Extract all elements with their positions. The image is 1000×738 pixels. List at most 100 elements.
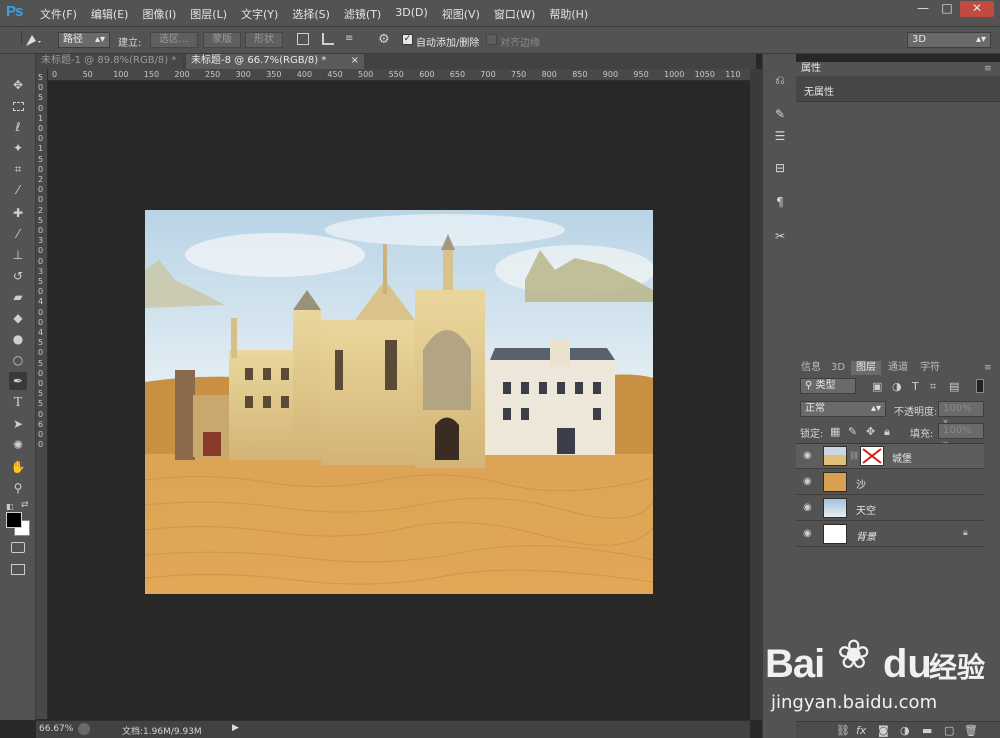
lock-transparent-icon[interactable]: ▦ [830,425,840,438]
layer-mask-thumbnail[interactable] [860,446,884,466]
layer-row-sky[interactable]: ◉ 天空 [796,496,984,521]
canvas-scrollbar[interactable] [750,69,762,720]
foreground-color-swatch[interactable] [6,512,22,528]
swap-colors-icon[interactable]: ⇄ [21,500,29,510]
history-panel-icon[interactable]: ⎌ [772,72,788,88]
menu-view[interactable]: 视图(V) [442,6,480,22]
new-layer-icon[interactable]: ▢ [944,724,954,737]
filter-shape-icon[interactable]: ⌗ [930,380,936,394]
pen-mode-select[interactable]: 路径 ▴▾ [58,32,110,48]
path-alignment-icon[interactable] [322,33,334,45]
move-tool-icon[interactable]: ✥ [9,76,27,94]
menu-type[interactable]: 文字(Y) [241,6,278,22]
hand-tool-icon[interactable]: ✋ [9,458,27,476]
tab-properties[interactable]: 属性 [796,62,826,76]
layer-style-icon[interactable]: fx [856,724,866,737]
paint-bucket-tool-icon[interactable]: ◆ [9,309,27,327]
layer-name[interactable]: 背景 [856,528,876,543]
default-colors-icon[interactable]: ◧ [6,502,16,511]
tools-icon[interactable]: ✂ [772,228,788,244]
zoom-level[interactable]: 66.67% [39,724,73,734]
custom-shape-tool-icon[interactable]: ✺ [9,436,27,454]
tab-document-1[interactable]: 未标题-1 @ 89.8%(RGB/8) *× [36,54,182,80]
tab-document-8[interactable]: 未标题-8 @ 66.7%(RGB/8) * × [186,54,364,69]
filter-type-icon[interactable]: T [912,380,919,393]
link-icon[interactable]: ⛓ [849,451,859,460]
opacity-field[interactable]: 100% ▾ [938,401,984,428]
path-operations-icon[interactable] [297,33,309,45]
lock-all-icon[interactable]: 🔒︎ [884,425,890,439]
menu-image[interactable]: 图像(I) [142,6,176,22]
lock-position-icon[interactable]: ✥ [866,425,875,438]
blend-mode-select[interactable]: 正常 ▴▾ [800,401,886,417]
visibility-eye-icon[interactable]: ◉ [803,528,815,540]
menu-window[interactable]: 窗口(W) [494,6,535,22]
blur-tool-icon[interactable]: ● [9,330,27,348]
layer-row-background[interactable]: ◉ 背景 🔒︎ [796,522,984,547]
layer-name[interactable]: 城堡 [892,450,912,465]
tab-channels[interactable]: 通道 [883,361,913,375]
filter-toggle[interactable] [976,379,984,393]
shape-button[interactable]: 形状 [245,32,283,48]
align-edges-checkbox[interactable] [486,34,497,45]
link-layers-icon[interactable]: ⛓ [836,724,850,737]
lock-pixels-icon[interactable]: ✎ [848,425,857,438]
status-menu-arrow-icon[interactable]: ▶ [232,723,239,733]
eyedropper-tool-icon[interactable]: ⁄ [9,181,27,199]
auto-add-checkbox[interactable]: ✓ [402,34,413,45]
close-icon[interactable]: × [351,54,359,68]
menu-3d[interactable]: 3D(D) [395,6,428,22]
tab-layers[interactable]: 图层 [851,361,881,375]
marquee-tool-icon[interactable] [9,98,27,116]
magic-wand-tool-icon[interactable]: ✦ [9,139,27,157]
tab-3d[interactable]: 3D [826,361,850,375]
dodge-tool-icon[interactable]: ○ [9,351,27,369]
gear-icon[interactable]: ⚙ [378,32,390,47]
close-button[interactable]: ✕ [960,1,994,17]
path-arrangement-icon[interactable]: ≡ [345,33,359,45]
layer-row-castle[interactable]: ◉ ⛓ 城堡 [796,444,984,469]
tab-character[interactable]: 字符 [915,361,945,375]
document-canvas[interactable] [145,210,653,594]
paragraph-icon[interactable]: ¶ [772,194,788,210]
layer-name[interactable]: 天空 [856,502,876,517]
eraser-tool-icon[interactable]: ▰ [9,288,27,306]
adjustment-layer-icon[interactable]: ◑ [900,724,910,737]
layer-name[interactable]: 沙 [856,476,866,491]
screen-mode-icon[interactable] [11,564,25,575]
new-group-icon[interactable]: ▬ [922,724,932,737]
vertical-ruler[interactable]: 5050100150200250300350400450500550600 [36,69,48,719]
type-tool-icon[interactable]: T [9,394,27,412]
panel-menu-icon[interactable]: ≡ [984,64,992,74]
align-panel-icon[interactable]: ⊟ [772,160,788,176]
menu-edit[interactable]: 编辑(E) [91,6,129,22]
crop-tool-icon[interactable]: ⌗ [9,160,27,178]
filter-pixel-icon[interactable]: ▣ [872,380,882,393]
filter-smart-object-icon[interactable]: ▤ [949,380,959,393]
layer-filter-select[interactable]: ⚲ 类型 [800,378,856,394]
share-icon[interactable] [78,723,90,735]
healing-brush-tool-icon[interactable]: ✚ [9,204,27,222]
clone-stamp-tool-icon[interactable]: ⊥ [9,246,27,264]
tab-info[interactable]: 信息 [796,361,826,375]
pen-tool-icon[interactable]: ✒ [9,372,27,390]
menu-file[interactable]: 文件(F) [40,6,77,22]
menu-layer[interactable]: 图层(L) [190,6,227,22]
add-mask-icon[interactable]: ◙ [878,724,889,737]
brush-tool-icon[interactable]: ⁄ [9,225,27,243]
quick-mask-icon[interactable] [11,542,25,553]
path-selection-tool-icon[interactable]: ➤ [9,415,27,433]
horizontal-ruler[interactable]: 0 50 100 150 200 250 300 350 400 450 500 550 600 650 7… [48,69,750,81]
visibility-eye-icon[interactable]: ◉ [803,450,815,462]
filter-adjustment-icon[interactable]: ◑ [892,380,902,393]
layer-row-sand[interactable]: ◉ 沙 [796,470,984,495]
zoom-tool-icon[interactable]: ⚲ [9,479,27,497]
lasso-tool-icon[interactable]: ℓ [9,118,27,136]
workspace-select[interactable]: 3D ▴▾ [907,32,991,48]
menu-filter[interactable]: 滤镜(T) [344,6,381,22]
menu-help[interactable]: 帮助(H) [549,6,588,22]
menu-select[interactable]: 选择(S) [292,6,330,22]
visibility-eye-icon[interactable]: ◉ [803,476,815,488]
pen-tool-preset-icon[interactable] [22,31,42,49]
selection-button[interactable]: 选区... [150,32,198,48]
